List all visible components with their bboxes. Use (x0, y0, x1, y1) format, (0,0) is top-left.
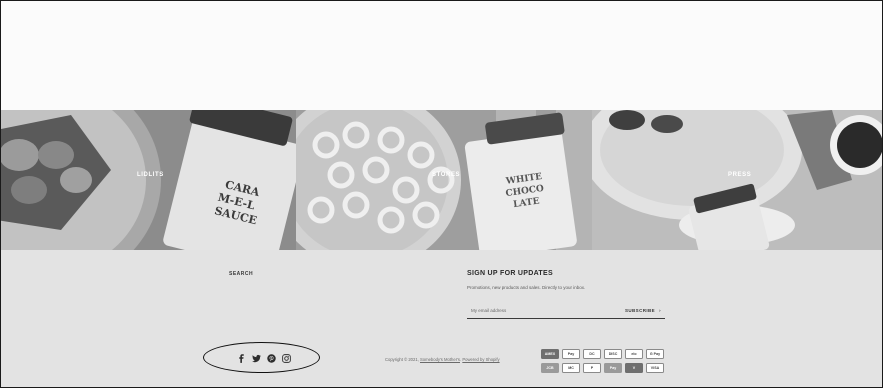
paypal-icon: P (583, 363, 601, 373)
diners-club-icon: DC (583, 349, 601, 359)
promo-tile-press[interactable]: PRESS (592, 110, 882, 250)
instagram-icon[interactable] (282, 354, 291, 363)
venmo-icon: V (625, 363, 643, 373)
white-chocolate-image: WHITE CHOCO LATE (296, 110, 592, 250)
facebook-icon[interactable] (237, 354, 246, 363)
promo-tile-label: LIDLITS (137, 172, 164, 178)
amex-icon: AMEX (541, 349, 559, 359)
shop-name-link[interactable]: Somebody's Mother's (420, 357, 460, 362)
footer-search-link[interactable]: SEARCH (229, 271, 253, 277)
promo-tile-label: PRESS (728, 172, 752, 178)
visa-icon: VISA (646, 363, 664, 373)
copyright-text: Copyright © 2021, Somebody's Mother's. P… (385, 357, 500, 362)
apple-pay-icon: Pay (562, 349, 580, 359)
powered-by-shopify-link[interactable]: Powered by Shopify (462, 357, 499, 362)
header-blank-area (1, 1, 882, 110)
email-field[interactable] (471, 305, 611, 315)
jcb-icon: JCB (541, 363, 559, 373)
social-links (237, 354, 291, 363)
caramel-sauce-image: CARA M-E-L SAUCE (1, 110, 296, 250)
discover-icon: DISC (604, 349, 622, 359)
promo-tile-label: STORES (432, 172, 461, 178)
promo-tile-stores[interactable]: WHITE CHOCO LATE STORES (296, 110, 592, 250)
promo-tiles: CARA M-E-L SAUCE LIDLITS WHITE CHOCO LAT… (1, 110, 882, 250)
copyright-prefix: Copyright © 2021, (385, 357, 420, 362)
payment-icons: AMEX Pay DC DISC elo G Pay JCB MC P Pay … (541, 349, 667, 373)
breakfast-table-image (592, 110, 882, 250)
newsletter-form: SUBSCRIBE › (467, 302, 665, 319)
page-frame: CARA M-E-L SAUCE LIDLITS WHITE CHOCO LAT… (0, 0, 883, 388)
elo-icon: elo (625, 349, 643, 359)
google-pay-icon: G Pay (646, 349, 664, 359)
subscribe-button[interactable]: SUBSCRIBE › (625, 305, 661, 315)
mastercard-icon: MC (562, 363, 580, 373)
arrow-right-icon: › (659, 307, 661, 313)
twitter-icon[interactable] (252, 354, 261, 363)
site-footer: SEARCH SIGN UP FOR UPDATES Promotions, n… (1, 250, 882, 387)
signup-description: Promotions, new products and sales. Dire… (467, 285, 586, 290)
shop-pay-icon: Pay (604, 363, 622, 373)
subscribe-label: SUBSCRIBE (624, 307, 656, 313)
signup-title: SIGN UP FOR UPDATES (467, 270, 553, 277)
pinterest-icon[interactable] (267, 354, 276, 363)
promo-tile-lidlits[interactable]: CARA M-E-L SAUCE LIDLITS (1, 110, 296, 250)
